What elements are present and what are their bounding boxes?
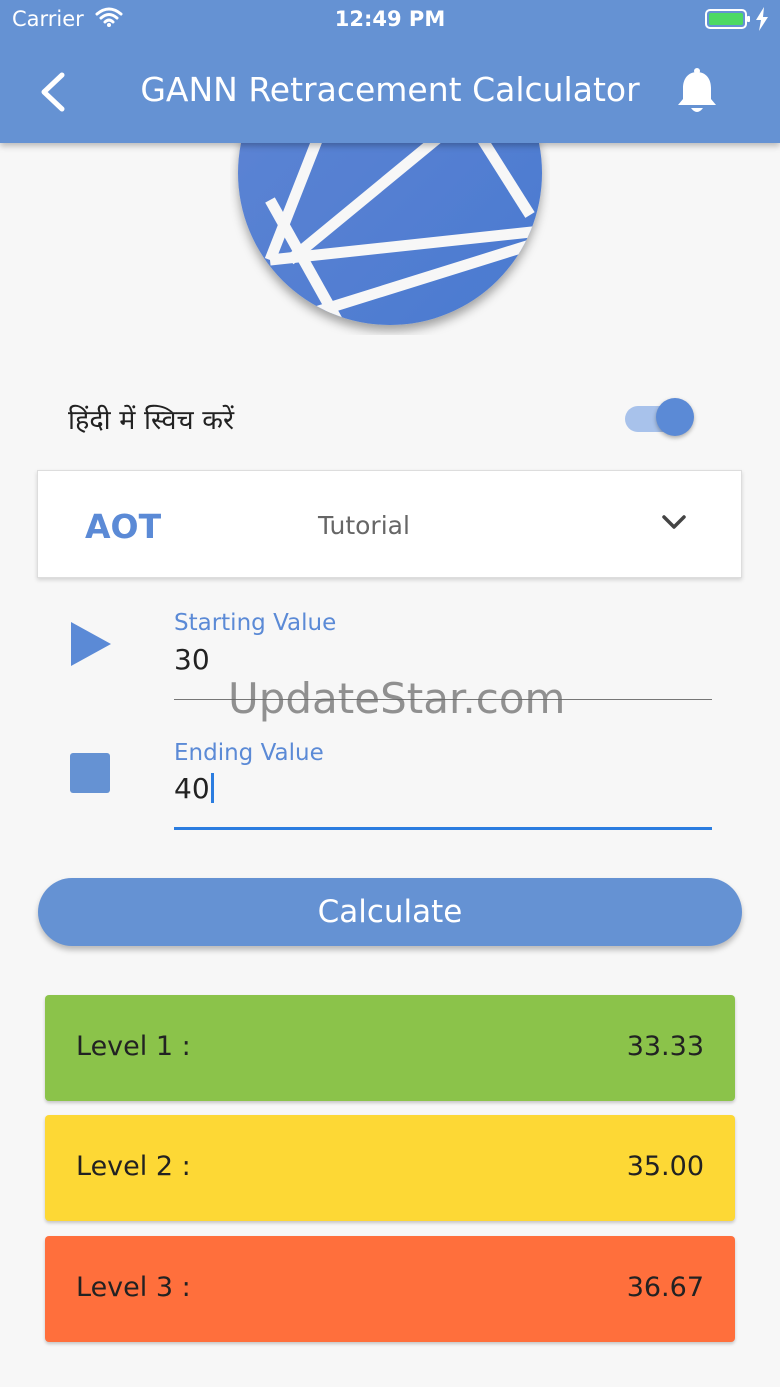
- level-name: Level 3 :: [76, 1272, 191, 1303]
- ending-value-text: 40: [174, 772, 210, 805]
- ending-value-underline: [174, 827, 712, 830]
- battery-icon: [705, 9, 751, 33]
- app-bar: Carrier 12:49 PM GANN Retracement Calcul…: [0, 0, 780, 143]
- starting-value-label: Starting Value: [174, 610, 337, 636]
- status-time: 12:49 PM: [334, 7, 446, 31]
- level-value: 36.67: [626, 1272, 704, 1303]
- status-bar: Carrier 12:49 PM: [0, 0, 780, 40]
- symbol-dropdown[interactable]: AOT Tutorial: [37, 470, 742, 578]
- ending-value-input[interactable]: 40: [174, 772, 214, 805]
- back-arrow-icon[interactable]: [36, 72, 70, 116]
- page-title: GANN Retracement Calculator: [140, 70, 640, 109]
- stop-icon: [70, 753, 110, 797]
- calculate-button[interactable]: Calculate: [38, 878, 742, 946]
- level-row: Level 2 : 35.00: [45, 1115, 735, 1221]
- level-value: 33.33: [626, 1031, 704, 1062]
- level-row: Level 3 : 36.67: [45, 1236, 735, 1342]
- watermark: UpdateStar.com: [228, 674, 566, 723]
- level-value: 35.00: [626, 1151, 704, 1182]
- chevron-down-icon: [660, 511, 688, 537]
- ending-value-label: Ending Value: [174, 740, 324, 766]
- charging-icon: [755, 7, 769, 35]
- bell-icon[interactable]: [674, 68, 720, 120]
- level-name: Level 1 :: [76, 1031, 191, 1062]
- level-name: Level 2 :: [76, 1151, 191, 1182]
- language-toggle[interactable]: [625, 398, 697, 440]
- text-caret: [210, 773, 214, 803]
- language-toggle-label: हिंदी में स्विच करें: [68, 405, 234, 436]
- starting-value-input[interactable]: 30: [174, 643, 210, 676]
- dropdown-selected: Tutorial: [318, 511, 410, 540]
- level-row: Level 1 : 33.33: [45, 995, 735, 1101]
- toggle-knob: [656, 398, 694, 436]
- dropdown-code: AOT: [85, 507, 162, 546]
- play-icon: [69, 620, 113, 672]
